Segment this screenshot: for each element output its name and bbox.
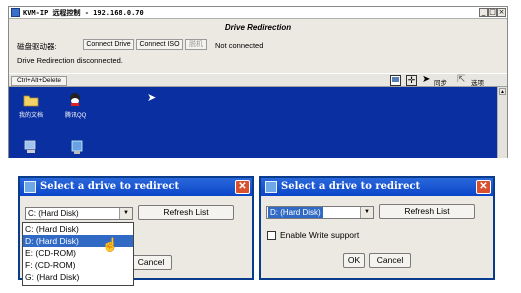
kvm-app-icon (11, 8, 20, 17)
cancel-button[interactable]: Cancel (369, 253, 411, 268)
java-cup-icon (265, 181, 277, 193)
drive-select[interactable]: D: (Hard Disk) ▼ (266, 206, 374, 219)
dialog-title-bar[interactable]: Select a drive to redirect ✕ (261, 178, 493, 196)
desktop-icon-label: 我的文档 (19, 113, 44, 119)
monitor-icon[interactable] (390, 75, 401, 86)
kvm-window-title: KVM-IP 远程控制 - 192.168.0.70 (23, 9, 144, 17)
options-label[interactable]: 选项 (471, 77, 484, 87)
minimize-button[interactable]: _ (479, 8, 488, 17)
network-icon[interactable] (69, 139, 85, 154)
disconnect-button[interactable]: 脱机 (185, 39, 207, 50)
refresh-list-button[interactable]: Refresh List (379, 204, 475, 219)
cancel-button[interactable]: Cancel (130, 255, 172, 270)
dropdown-option[interactable]: C: (Hard Disk) (23, 223, 133, 235)
qq-icon[interactable] (67, 92, 83, 106)
drive-select-value: D: (Hard Disk) (268, 207, 323, 218)
sync-label[interactable]: 同步 (434, 77, 447, 87)
dropdown-option[interactable]: F: (CD-ROM) (23, 259, 133, 271)
dialog-title: Select a drive to redirect (40, 181, 180, 192)
vertical-scrollbar[interactable]: ▲ (497, 87, 507, 158)
drive-select-value: C: (Hard Disk) (28, 209, 79, 218)
select-drive-dialog-right: Select a drive to redirect ✕ D: (Hard Di… (259, 176, 495, 280)
scroll-up-icon[interactable]: ▲ (499, 88, 506, 95)
close-button[interactable]: × (497, 8, 506, 17)
my-documents-icon[interactable] (23, 93, 39, 107)
maximize-button[interactable]: □ (488, 8, 497, 17)
chevron-down-icon[interactable]: ▼ (360, 207, 373, 218)
ctrl-alt-delete-button[interactable]: Ctrl+Alt+Delete (11, 76, 67, 86)
ok-button[interactable]: OK (343, 253, 365, 268)
dialog-close-button[interactable]: ✕ (476, 180, 491, 194)
drive-redirection-panel: Drive Redirection 磁盘驱动器: Connect Drive C… (9, 19, 507, 73)
redirection-status: Drive Redirection disconnected. (17, 56, 123, 65)
desktop-icon-label: 腾讯QQ (65, 113, 87, 119)
connection-status: Not connected (215, 41, 264, 50)
mouse-cursor-icon: ➤ (147, 92, 157, 104)
kvm-window: KVM-IP 远程控制 - 192.168.0.70 _ □ × Drive R… (8, 6, 508, 158)
cursor-icon[interactable]: ➤ (422, 74, 432, 86)
refresh-list-button[interactable]: Refresh List (138, 205, 234, 220)
fit-screen-icon[interactable]: ✛ (406, 75, 417, 86)
chevron-down-icon[interactable]: ▼ (119, 208, 132, 219)
drive-redirection-heading: Drive Redirection (224, 23, 292, 32)
disk-drive-label: 磁盘驱动器: (17, 42, 57, 51)
drive-dropdown-list[interactable]: C: (Hard Disk) D: (Hard Disk) E: (CD-ROM… (22, 222, 134, 286)
computer-icon[interactable] (23, 139, 39, 153)
connect-iso-button[interactable]: Connect ISO (136, 39, 183, 50)
dialog-title-bar[interactable]: Select a drive to redirect ✕ (20, 178, 252, 196)
kvm-toolbar: Ctrl+Alt+Delete ✛ ➤ 同步 ⇱ 选项 (9, 73, 507, 87)
drive-select[interactable]: C: (Hard Disk) ▼ (25, 207, 133, 220)
connect-drive-button[interactable]: Connect Drive (83, 39, 134, 50)
dialog-close-button[interactable]: ✕ (235, 180, 250, 194)
java-cup-icon (24, 181, 36, 193)
hand-cursor-icon: ☝ (102, 237, 119, 253)
write-support-label[interactable]: Enable Write support (280, 230, 359, 240)
remote-desktop[interactable]: 我的文档 腾讯QQ ➤ ▲ (9, 87, 507, 158)
kvm-title-bar[interactable]: KVM-IP 远程控制 - 192.168.0.70 _ □ × (9, 7, 507, 19)
dialog-title: Select a drive to redirect (281, 181, 421, 192)
write-support-checkbox[interactable] (267, 231, 276, 240)
pointer-outline-icon[interactable]: ⇱ (457, 74, 467, 86)
dropdown-option[interactable]: G: (Hard Disk) (23, 271, 133, 283)
